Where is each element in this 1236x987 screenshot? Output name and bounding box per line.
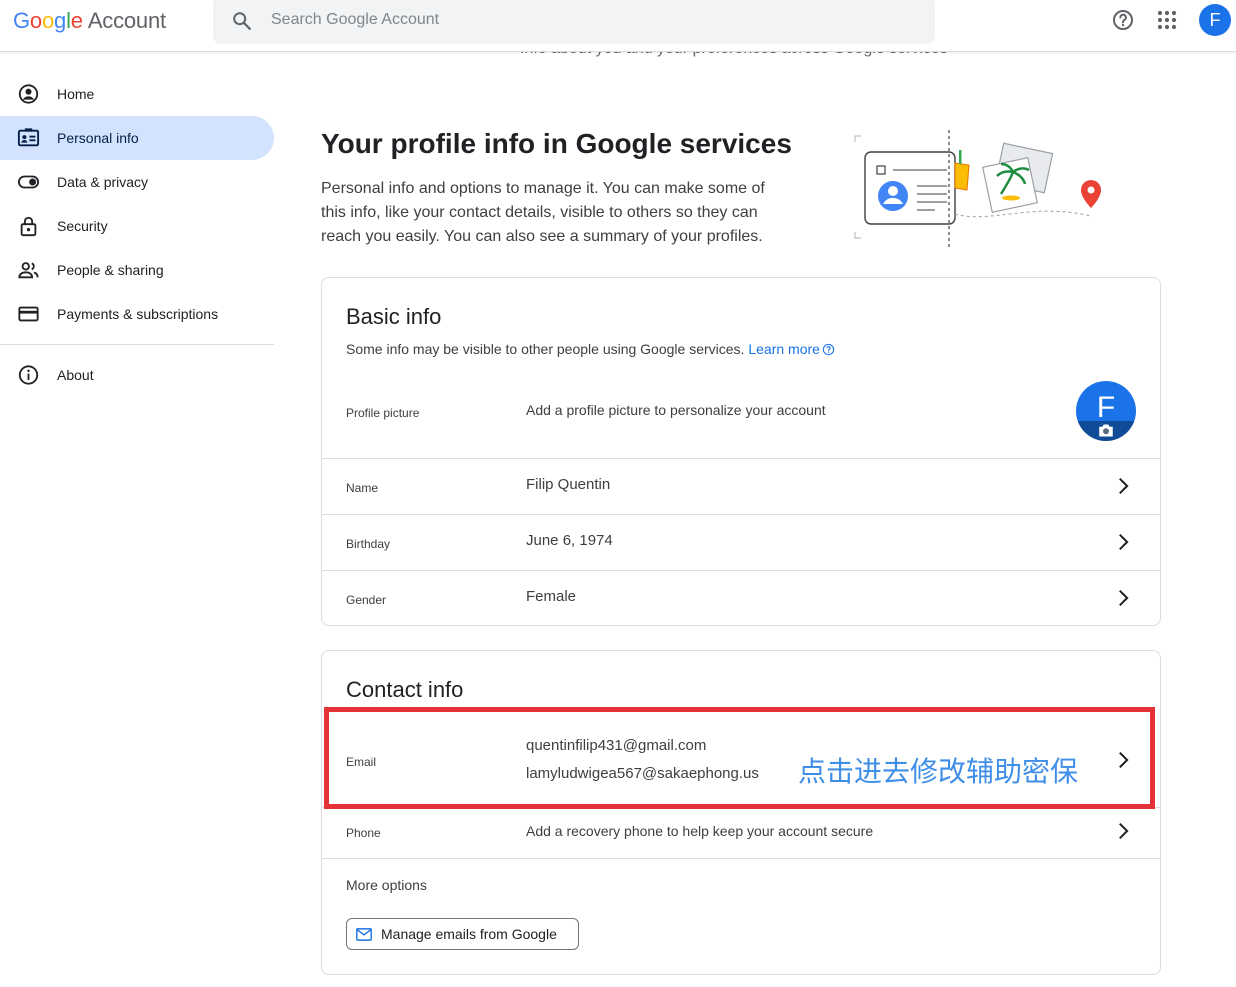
sidebar-item-label: People & sharing — [57, 262, 164, 278]
sidebar-item-label: Personal info — [57, 130, 139, 146]
search-bar[interactable] — [213, 0, 935, 44]
logo-letter: o — [41, 8, 55, 33]
profile-picture-avatar[interactable]: F — [1076, 381, 1136, 441]
people-icon — [18, 262, 39, 279]
camera-icon — [1099, 424, 1113, 437]
mail-icon — [356, 928, 372, 941]
chevron-right-icon — [1119, 533, 1129, 551]
profile-avatar-letter: F — [1096, 391, 1116, 424]
google-account-logo[interactable]: Google Account — [13, 8, 166, 34]
row-divider — [322, 858, 1160, 859]
info-icon — [18, 365, 39, 385]
lock-icon — [20, 216, 37, 237]
sidebar: Home Personal info Data & privacy Securi… — [0, 72, 274, 397]
phone-label: Phone — [346, 826, 381, 840]
page-description: Personal info and options to manage it. … — [321, 180, 765, 245]
name-row[interactable]: Name Filip Quentin — [322, 459, 1160, 514]
sidebar-item-payments[interactable]: Payments & subscriptions — [0, 292, 274, 336]
basic-info-card: Basic info Some info may be visible to o… — [321, 277, 1161, 626]
id-card-icon — [17, 128, 40, 147]
top-bar: GoogleAccount F — [0, 0, 1236, 52]
page-title: Your profile info in Google services — [321, 128, 792, 159]
email-primary: quentinfilip431@gmail.com — [526, 737, 707, 754]
search-icon[interactable] — [231, 10, 253, 32]
annotation-text: 点击进去修改辅助密保 — [798, 756, 1079, 787]
sidebar-item-about[interactable]: About — [0, 353, 274, 397]
account-avatar[interactable]: F — [1199, 4, 1231, 36]
chevron-right-icon — [1119, 477, 1129, 495]
logo-letter: o — [29, 8, 42, 33]
email-label: Email — [346, 755, 377, 769]
gender-value: Female — [526, 588, 577, 605]
birthday-value: June 6, 1974 — [526, 532, 613, 549]
chevron-right-icon — [1119, 589, 1129, 607]
logo-letter: G — [13, 8, 30, 33]
email-secondary: lamyludwigea567@sakaephong.us — [526, 765, 759, 782]
birthday-row[interactable]: Birthday June 6, 1974 — [322, 515, 1160, 570]
learn-more-link[interactable]: Learn more — [748, 341, 835, 357]
manage-emails-button[interactable]: Manage emails from Google — [346, 918, 579, 950]
chevron-right-icon — [1119, 822, 1129, 840]
profile-picture-value: Add a profile picture to personalize you… — [526, 402, 826, 418]
contact-info-card: Contact info Email quentinfilip431@gmail… — [321, 650, 1161, 975]
logo-letter: g — [54, 8, 67, 33]
more-options-label: More options — [346, 877, 427, 893]
account-circle-icon — [18, 84, 39, 104]
phone-value: Add a recovery phone to help keep your a… — [526, 823, 874, 839]
help-icon[interactable] — [1111, 8, 1135, 32]
sidebar-divider — [0, 344, 274, 345]
sidebar-item-home[interactable]: Home — [0, 72, 274, 116]
sidebar-item-label: About — [57, 367, 94, 383]
sidebar-item-personal-info[interactable]: Personal info — [0, 116, 274, 160]
profile-picture-row[interactable]: Profile picture Add a profile picture to… — [322, 370, 1160, 458]
chevron-right-icon — [1119, 751, 1129, 769]
basic-info-subtitle: Some info may be visible to other people… — [346, 341, 835, 357]
sidebar-item-security[interactable]: Security — [0, 204, 274, 248]
help-icon — [822, 343, 835, 356]
sidebar-item-label: Home — [57, 86, 95, 102]
profile-illustration — [854, 130, 1101, 250]
sidebar-item-label: Security — [57, 218, 108, 234]
sidebar-item-data-privacy[interactable]: Data & privacy — [0, 160, 274, 204]
manage-emails-label: Manage emails from Google — [381, 926, 557, 942]
logo-letter: e — [70, 8, 83, 33]
basic-info-subtitle-text: Some info may be visible to other people… — [346, 341, 745, 357]
name-value: Filip Quentin — [526, 476, 611, 493]
search-input[interactable] — [271, 7, 871, 33]
learn-more-label: Learn more — [748, 341, 820, 357]
basic-info-title: Basic info — [346, 304, 442, 329]
toggle-icon — [17, 175, 40, 189]
gender-row[interactable]: Gender Female — [322, 571, 1160, 626]
contact-info-title: Contact info — [346, 677, 464, 702]
sidebar-item-label: Data & privacy — [57, 174, 149, 190]
gender-label: Gender — [346, 593, 387, 607]
profile-picture-label: Profile picture — [346, 406, 420, 420]
apps-grid-icon[interactable] — [1155, 8, 1179, 32]
birthday-label: Birthday — [346, 537, 391, 551]
sidebar-item-people-sharing[interactable]: People & sharing — [0, 248, 274, 292]
sidebar-item-label: Payments & subscriptions — [57, 306, 219, 322]
credit-card-icon — [18, 306, 39, 322]
name-label: Name — [346, 481, 379, 495]
phone-row[interactable]: Phone Add a recovery phone to help keep … — [322, 808, 1160, 858]
logo-suffix: Account — [87, 8, 166, 33]
